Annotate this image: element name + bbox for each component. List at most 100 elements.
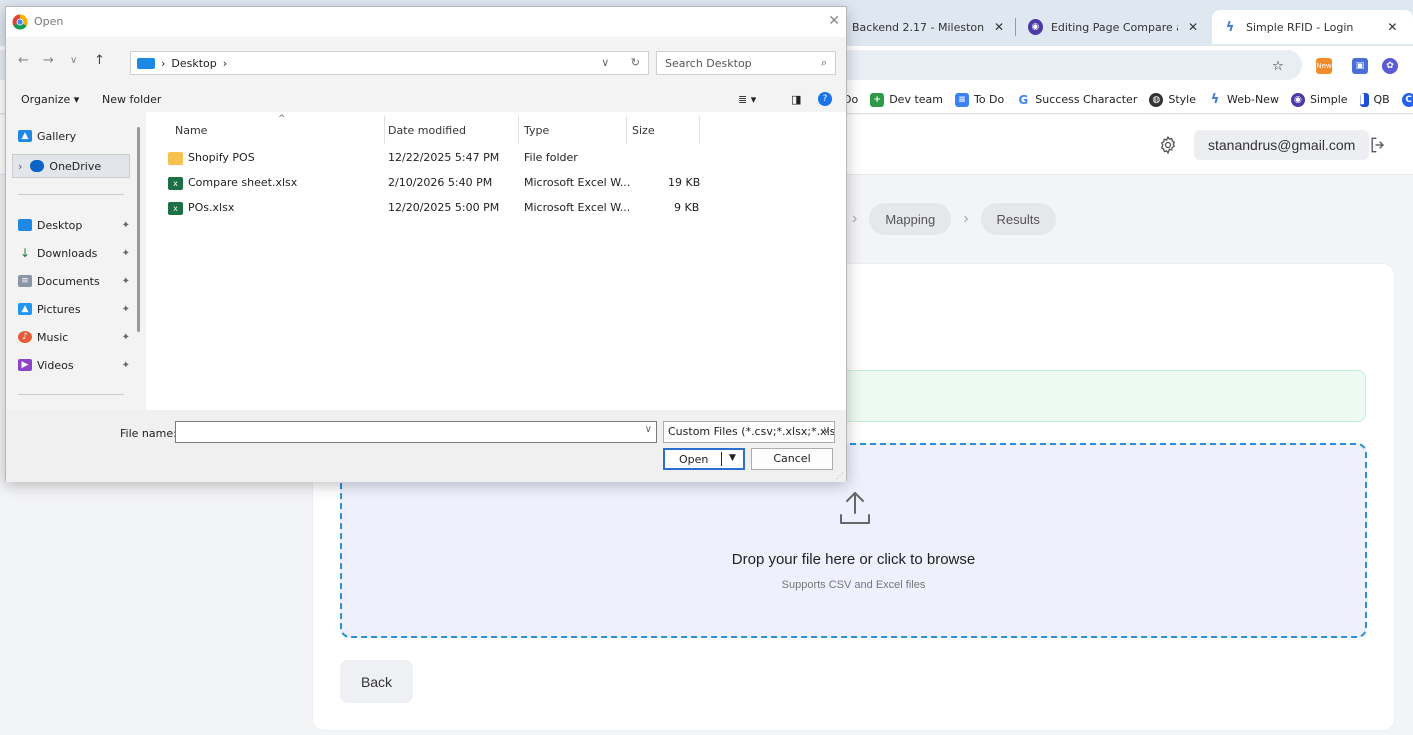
folder-icon (168, 152, 183, 165)
file-row-shopify-pos[interactable]: Shopify POS 12/22/2025 5:47 PM File fold… (160, 147, 720, 169)
search-input[interactable]: Search Desktop ⌕ (656, 51, 836, 75)
file-name: Shopify POS (188, 151, 255, 164)
tab-close-icon[interactable]: ✕ (1387, 20, 1397, 34)
tab-simple-rfid-login[interactable]: ϟ Simple RFID - Login ✕ (1212, 10, 1413, 44)
breadcrumb-controls: ∨ ↻ (601, 56, 640, 69)
simple-rfid-favicon-icon: ϟ (1225, 19, 1235, 35)
file-type-filter[interactable]: Custom Files (*.csv;*.xlsx;*.xls) ∨ (663, 421, 835, 443)
close-icon[interactable]: ✕ (828, 13, 840, 29)
breadcrumb-separator: › (161, 56, 166, 70)
bookmark-dev-team[interactable]: + Dev team (870, 92, 943, 107)
column-divider (518, 116, 519, 144)
pin-icon[interactable]: ✦ (122, 276, 130, 287)
new-folder-button[interactable]: New folder (102, 93, 161, 106)
tab-close-icon[interactable]: ✕ (994, 20, 1004, 34)
file-size: 9 KB (674, 201, 700, 214)
chevron-down-icon[interactable]: ∨ (601, 56, 609, 69)
file-name: POs.xlsx (188, 201, 235, 214)
bookmark-to-do[interactable]: ≡ To Do (954, 92, 1004, 107)
nav-item-videos[interactable]: ▶ Videos ✦ (18, 353, 130, 377)
file-type: Microsoft Excel W... (524, 201, 631, 214)
qb-icon: ▌ (1359, 92, 1369, 107)
column-header-size[interactable]: Size (632, 124, 655, 137)
excel-file-icon: x (168, 202, 183, 215)
file-name-input[interactable]: ∨ (175, 421, 657, 443)
bookmark-simple[interactable]: ◉ Simple (1290, 92, 1348, 107)
star-bookmark-icon[interactable]: ☆ (1270, 58, 1286, 74)
bookmark-success-character[interactable]: G Success Character (1016, 93, 1137, 107)
google-icon: G (1018, 92, 1029, 107)
download-icon: ↓ (19, 246, 31, 260)
nav-item-documents[interactable]: ≡ Documents ✦ (18, 269, 130, 293)
refresh-icon[interactable]: ↻ (631, 56, 640, 69)
gear-icon[interactable] (1158, 135, 1178, 155)
search-icon: ⌕ (820, 56, 827, 69)
breadcrumb[interactable]: › Desktop › ∨ ↻ (130, 51, 649, 75)
split-divider (721, 452, 722, 466)
preview-pane-icon[interactable]: ◨ (791, 93, 801, 106)
file-date: 12/20/2025 5:00 PM (388, 201, 500, 214)
column-header-date[interactable]: Date modified (388, 124, 466, 137)
navigation-pane: ▲ Gallery › OneDrive Desktop ✦ ↓ Downloa… (6, 112, 146, 410)
documents-icon: ≡ (18, 275, 32, 287)
bookmark-style[interactable]: ◍ Style (1149, 92, 1196, 107)
tab-close-icon[interactable]: ✕ (1188, 20, 1198, 34)
column-header-name[interactable]: Name (175, 124, 207, 137)
nav-item-gallery[interactable]: ▲ Gallery (18, 124, 130, 148)
tab-backend-milestone[interactable]: Backend 2.17 - Milestone #35 ✕ (842, 10, 1014, 44)
nav-item-onedrive[interactable]: › OneDrive (12, 154, 130, 178)
column-divider (699, 116, 700, 144)
tab-editing-page[interactable]: ◉ Editing Page Compare agains ✕ (1018, 10, 1208, 44)
organize-menu[interactable]: Organize ▾ (21, 93, 79, 106)
dropdown-arrow-icon[interactable]: ▼ (729, 453, 736, 463)
profile-extension-icon[interactable]: ✿ (1382, 58, 1398, 74)
expand-chevron-icon[interactable]: › (18, 160, 22, 173)
nav-item-desktop[interactable]: Desktop ✦ (18, 213, 130, 237)
recent-chevron-down-icon[interactable]: ∨ (70, 55, 77, 66)
pin-icon[interactable]: ✦ (122, 360, 130, 371)
up-arrow-icon[interactable]: ↑ (94, 53, 105, 68)
nav-item-music[interactable]: ♪ Music ✦ (18, 325, 130, 349)
bookmark-qb[interactable]: ▌ QB (1359, 92, 1390, 107)
file-row-compare-sheet[interactable]: x Compare sheet.xlsx 2/10/2026 5:40 PM M… (160, 172, 720, 194)
bookmark-more[interactable]: C (1401, 92, 1413, 107)
excel-file-icon: x (168, 177, 183, 190)
extension-icon[interactable]: ▣ (1352, 58, 1368, 74)
logout-icon[interactable] (1368, 135, 1388, 155)
desktop-folder-icon (137, 57, 155, 69)
dialog-nav-row: ← → ∨ ↑ › Desktop › ∨ ↻ Search Desktop ⌕ (6, 47, 846, 77)
dialog-bottom-bar: File name: ∨ Custom Files (*.csv;*.xlsx;… (6, 410, 846, 482)
pin-icon[interactable]: ✦ (122, 332, 130, 343)
list-icon: ≡ (954, 92, 969, 107)
sort-ascending-icon: ^ (278, 114, 286, 124)
nav-item-pictures[interactable]: ▲ Pictures ✦ (18, 297, 130, 321)
circle-app-icon: C (1401, 92, 1413, 107)
back-arrow-icon[interactable]: ← (18, 53, 29, 68)
new-extension-icon[interactable]: New (1316, 58, 1332, 74)
file-row-pos[interactable]: x POs.xlsx 12/20/2025 5:00 PM Microsoft … (160, 197, 720, 219)
open-button[interactable]: Open ▼ (663, 448, 745, 470)
upload-icon (840, 492, 870, 524)
pin-icon[interactable]: ✦ (122, 220, 130, 231)
user-email-badge[interactable]: stanandrus@gmail.com (1194, 130, 1370, 160)
plus-icon: + (870, 92, 885, 107)
tab-label: Editing Page Compare agains (1050, 20, 1178, 34)
pin-icon[interactable]: ✦ (122, 304, 130, 315)
gallery-icon: ▲ (18, 130, 32, 142)
help-icon[interactable]: ? (818, 92, 832, 106)
file-name: Compare sheet.xlsx (188, 176, 298, 189)
forward-arrow-icon[interactable]: → (43, 53, 54, 68)
pin-icon[interactable]: ✦ (122, 248, 130, 259)
resize-grip-icon[interactable]: ⋰ (836, 471, 844, 480)
chevron-down-icon[interactable]: ∨ (645, 424, 652, 435)
navigation-scrollbar[interactable] (137, 127, 140, 332)
nav-item-downloads[interactable]: ↓ Downloads ✦ (18, 241, 130, 265)
cancel-button[interactable]: Cancel (751, 448, 833, 470)
column-divider (384, 116, 385, 144)
dialog-title: Open (34, 15, 64, 28)
column-header-type[interactable]: Type (524, 124, 549, 137)
view-options-icon[interactable]: ≣ ▾ (738, 93, 756, 106)
back-button[interactable]: Back (340, 660, 413, 703)
bookmark-web-new[interactable]: ϟ Web-New (1208, 92, 1279, 107)
breadcrumb-desktop[interactable]: Desktop (171, 57, 216, 70)
